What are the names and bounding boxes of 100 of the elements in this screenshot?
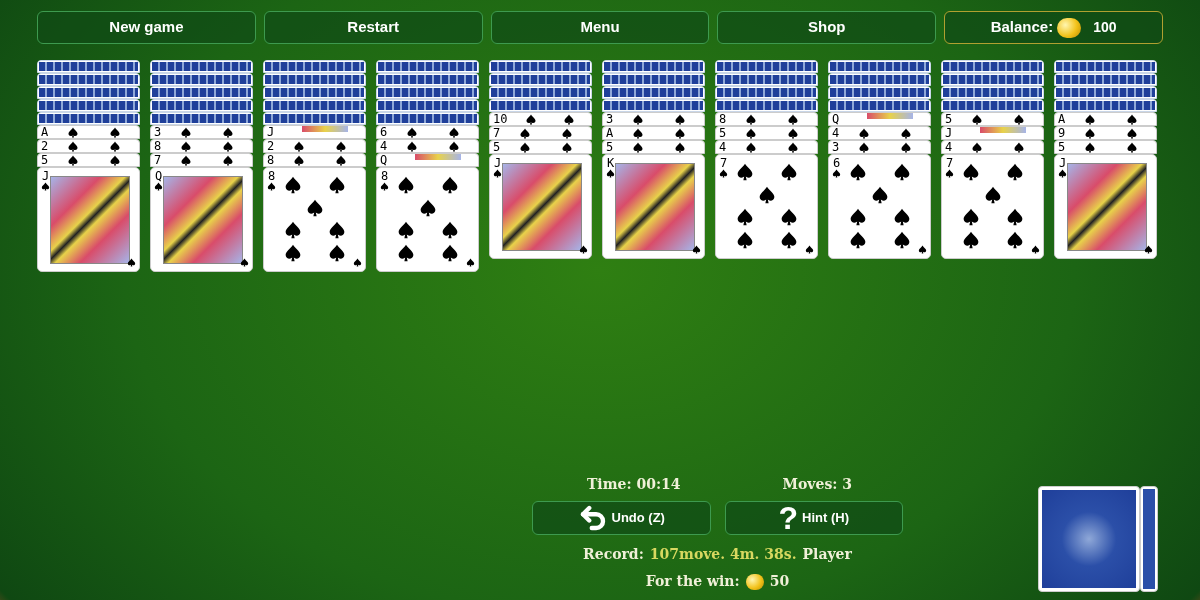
spade-icon — [441, 176, 459, 195]
spade-icon — [284, 243, 302, 262]
toolbar-button[interactable]: Restart — [263, 11, 483, 44]
card-rank: 5 — [1058, 141, 1066, 153]
spade-icon — [606, 169, 615, 178]
spade-icon — [719, 169, 728, 178]
card-rank: Q — [832, 113, 840, 125]
record-holder: Player — [802, 545, 852, 564]
card-rank: Q — [380, 154, 388, 166]
court-picture-edge — [415, 154, 462, 160]
card-rank: 5 — [945, 113, 953, 125]
card-rank: 7 — [945, 157, 954, 169]
spade-icon — [871, 185, 889, 204]
playing-card[interactable]: J — [489, 154, 592, 259]
spade-icon — [832, 169, 841, 178]
playing-card[interactable]: 7 — [941, 154, 1044, 259]
spade-icon — [284, 221, 302, 240]
spade-icon — [893, 230, 911, 249]
spade-icon — [805, 245, 814, 254]
card-rank: 6 — [380, 126, 388, 138]
spade-icon — [380, 182, 389, 191]
balance-amount: 100 — [1093, 18, 1117, 37]
spade-icon — [493, 169, 502, 178]
undo-button[interactable]: Undo (Z) — [532, 501, 711, 535]
card-rank: A — [1058, 113, 1066, 125]
spade-icon — [1006, 163, 1024, 182]
spade-icon — [41, 182, 50, 191]
spade-icon — [306, 198, 324, 217]
card-rank: 3 — [154, 126, 162, 138]
spade-icon — [849, 208, 867, 227]
card-rank: J — [1058, 157, 1067, 169]
toolbar-button[interactable]: Shop — [717, 11, 937, 44]
spade-icon — [419, 198, 437, 217]
spade-icon — [127, 258, 136, 267]
coin-icon — [745, 573, 764, 590]
spade-icon — [758, 185, 776, 204]
moves-counter: Moves: 3 — [782, 475, 853, 494]
card-rank: 9 — [1058, 127, 1066, 139]
card-rank: 8 — [154, 140, 162, 152]
card-rank: 5 — [719, 127, 727, 139]
playing-card[interactable]: 6 — [828, 154, 931, 259]
card-rank: 8 — [380, 170, 389, 182]
card-rank: J — [41, 170, 50, 182]
spade-icon — [962, 163, 980, 182]
spade-icon — [441, 243, 459, 262]
card-rank: K — [606, 157, 615, 169]
card-rank: J — [267, 126, 275, 138]
spade-icon — [962, 208, 980, 227]
playing-card[interactable]: J — [37, 167, 140, 272]
spade-icon — [893, 208, 911, 227]
spade-icon — [284, 176, 302, 195]
playing-card[interactable]: 8 — [263, 167, 366, 272]
spade-icon — [692, 245, 701, 254]
stock-pile[interactable] — [1038, 486, 1158, 592]
spade-icon — [1006, 230, 1024, 249]
card-rank: 4 — [719, 141, 727, 153]
reward-label: For the win: — [645, 572, 740, 591]
card-rank: 6 — [832, 157, 841, 169]
spade-icon — [1031, 245, 1040, 254]
card-rank: 8 — [267, 154, 275, 166]
card-rank: 4 — [945, 141, 953, 153]
card-rank: 3 — [832, 141, 840, 153]
toolbar-button[interactable]: Menu — [490, 11, 710, 44]
spade-icon — [240, 258, 249, 267]
playing-card[interactable]: K — [602, 154, 705, 259]
playing-card[interactable]: 7 — [715, 154, 818, 259]
playing-card[interactable]: Q — [150, 167, 253, 272]
spade-icon — [893, 163, 911, 182]
spade-icon — [397, 221, 415, 240]
card-rank: 4 — [832, 127, 840, 139]
spade-icon — [780, 163, 798, 182]
balance-label: Balance: — [990, 17, 1054, 38]
record-value: 107move. 4m. 38s. — [649, 545, 797, 564]
spade-icon — [328, 221, 346, 240]
spade-icon — [353, 258, 362, 267]
spade-icon — [736, 208, 754, 227]
spade-icon — [441, 221, 459, 240]
spade-icon — [1058, 169, 1067, 178]
card-rank: 5 — [41, 154, 49, 166]
card-rank: 3 — [606, 113, 614, 125]
card-rank: J — [493, 157, 502, 169]
spade-icon — [267, 182, 276, 191]
spade-icon — [849, 230, 867, 249]
spade-icon — [1006, 208, 1024, 227]
spade-icon — [466, 258, 475, 267]
playing-card[interactable]: J — [1054, 154, 1157, 259]
playing-card[interactable]: 8 — [376, 167, 479, 272]
toolbar-button[interactable]: New game — [37, 11, 256, 44]
spade-icon — [962, 230, 980, 249]
spade-icon — [945, 169, 954, 178]
spade-icon — [780, 208, 798, 227]
spade-icon — [984, 185, 1002, 204]
card-rank: A — [41, 126, 49, 138]
card-rank: 2 — [267, 140, 275, 152]
card-rank: Q — [154, 170, 163, 182]
card-rank: 4 — [380, 140, 388, 152]
spade-icon — [154, 182, 163, 191]
card-rank: 5 — [493, 141, 501, 153]
card-rank: 7 — [493, 127, 501, 139]
spade-icon — [736, 163, 754, 182]
